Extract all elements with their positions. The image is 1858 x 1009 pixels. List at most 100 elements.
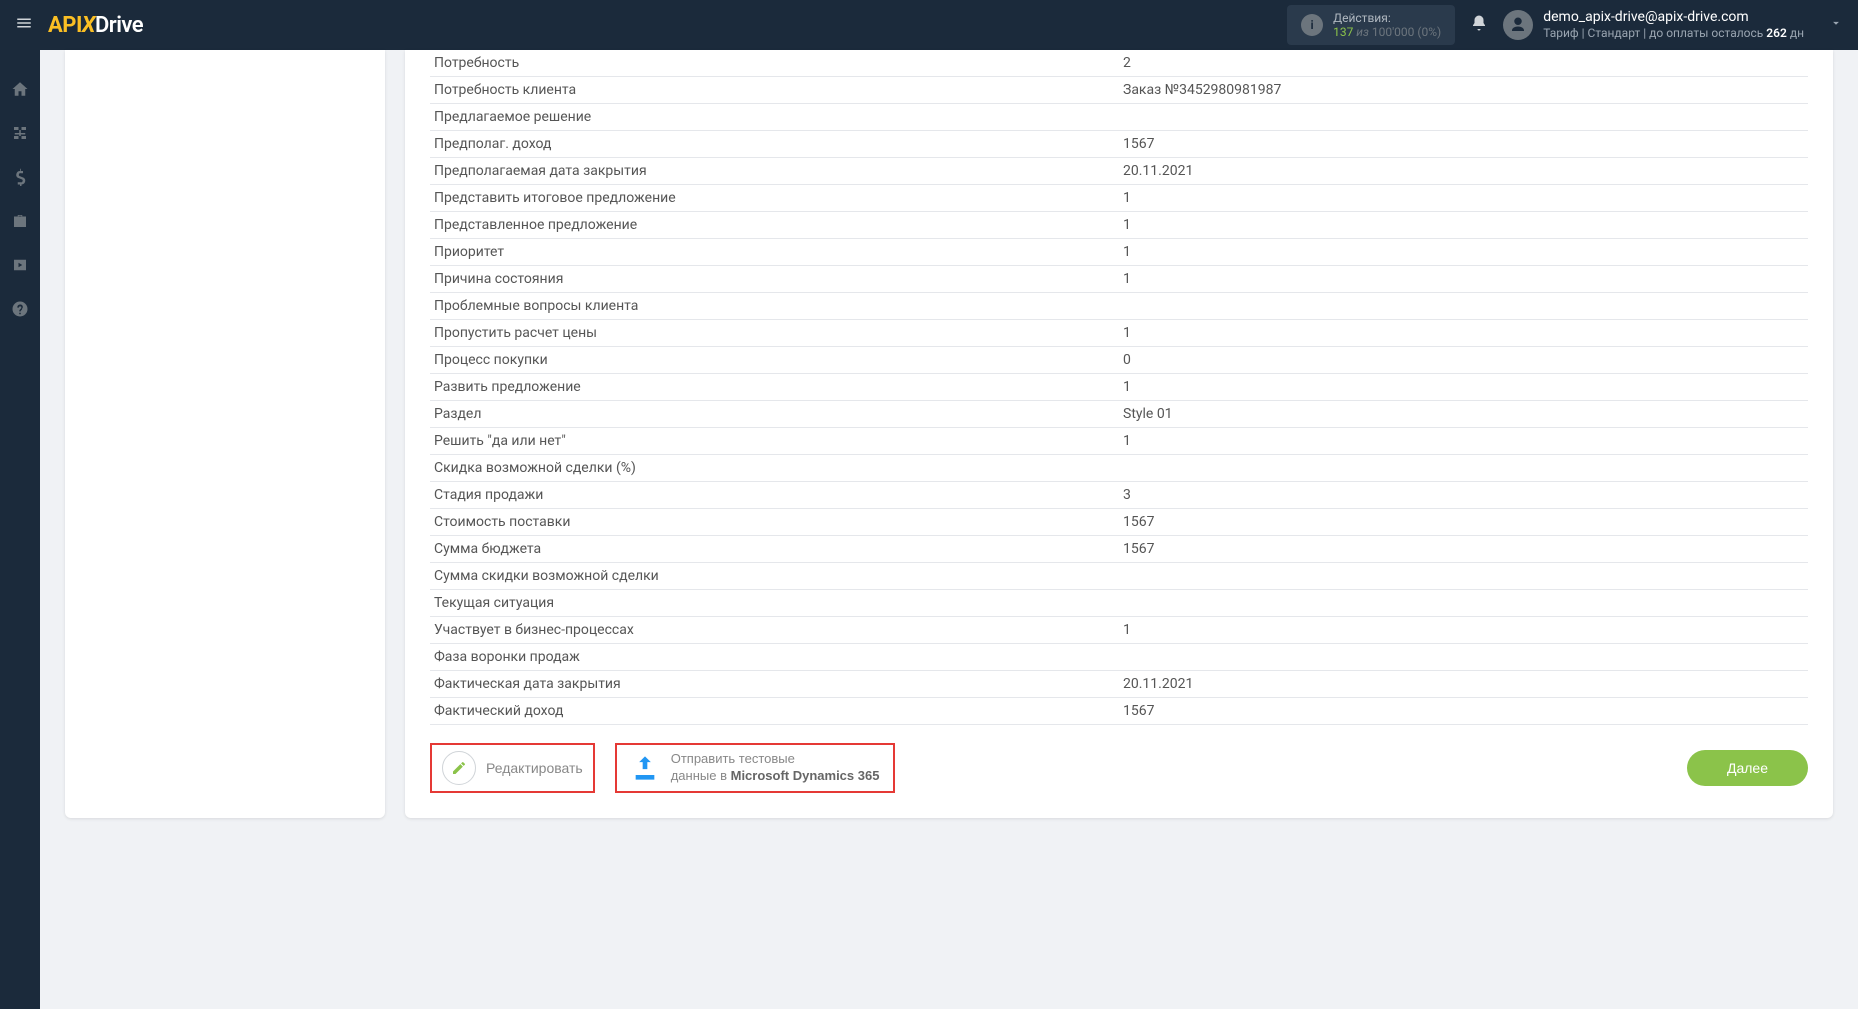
field-label: Приоритет [430, 239, 1119, 266]
field-label: Причина состояния [430, 266, 1119, 293]
help-icon[interactable] [11, 300, 29, 322]
field-value: 1 [1119, 617, 1808, 644]
table-row: Стоимость поставки1567 [430, 509, 1808, 536]
table-row: Пропустить расчет цены1 [430, 320, 1808, 347]
table-row: Фактическая дата закрытия20.11.2021 [430, 671, 1808, 698]
field-value [1119, 644, 1808, 671]
bell-icon[interactable] [1470, 14, 1488, 36]
table-row: Сумма скидки возможной сделки [430, 563, 1808, 590]
field-label: Предполаг. доход [430, 131, 1119, 158]
send-test-button[interactable]: Отправить тестовые данные в Microsoft Dy… [631, 751, 880, 785]
field-value: 1 [1119, 428, 1808, 455]
table-row: Фаза воронки продаж [430, 644, 1808, 671]
field-label: Предполагаемая дата закрытия [430, 158, 1119, 185]
field-label: Сумма скидки возможной сделки [430, 563, 1119, 590]
send-line2-pre: данные в [671, 768, 731, 783]
field-value: 1 [1119, 320, 1808, 347]
plan-days: 262 [1766, 26, 1787, 40]
table-row: Предполагаемая дата закрытия20.11.2021 [430, 158, 1808, 185]
app-logo[interactable]: APIXDrive [48, 13, 143, 38]
table-row: Приоритет1 [430, 239, 1808, 266]
field-value [1119, 590, 1808, 617]
field-value: 20.11.2021 [1119, 671, 1808, 698]
table-row: Стадия продажи3 [430, 482, 1808, 509]
field-value [1119, 563, 1808, 590]
field-value: Style 01 [1119, 401, 1808, 428]
video-icon[interactable] [11, 256, 29, 278]
field-label: Стадия продажи [430, 482, 1119, 509]
plan-prefix: Тариф | Стандарт | до оплаты осталось [1543, 26, 1766, 40]
dollar-icon[interactable] [11, 168, 29, 190]
logo-x: X [82, 13, 95, 38]
send-line2-bold: Microsoft Dynamics 365 [731, 768, 880, 783]
field-label: Сумма бюджета [430, 536, 1119, 563]
menu-toggle-icon[interactable] [15, 14, 33, 36]
table-row: Текущая ситуация [430, 590, 1808, 617]
table-row: Фактический доход1567 [430, 698, 1808, 725]
field-label: Развить предложение [430, 374, 1119, 401]
briefcase-icon[interactable] [11, 212, 29, 234]
field-value: 3 [1119, 482, 1808, 509]
next-button[interactable]: Далее [1687, 750, 1808, 786]
table-row: РазделStyle 01 [430, 401, 1808, 428]
field-value [1119, 104, 1808, 131]
field-label: Процесс покупки [430, 347, 1119, 374]
edit-label: Редактировать [486, 760, 583, 776]
table-row: Потребность2 [430, 50, 1808, 77]
bottom-actions: Редактировать Отправить тестовые данные … [430, 743, 1808, 793]
field-value: 1567 [1119, 509, 1808, 536]
upload-icon [631, 754, 659, 782]
sitemap-icon[interactable] [11, 124, 29, 146]
actions-pct: (0%) [1417, 25, 1441, 39]
field-value [1119, 293, 1808, 320]
actions-of: из [1353, 25, 1372, 39]
table-row: Предполаг. доход1567 [430, 131, 1808, 158]
table-row: Причина состояния1 [430, 266, 1808, 293]
actions-total: 100'000 [1372, 25, 1415, 39]
field-label: Стоимость поставки [430, 509, 1119, 536]
field-value: 1 [1119, 374, 1808, 401]
field-label: Фактический доход [430, 698, 1119, 725]
main-content: Потребность2Потребность клиентаЗаказ №34… [40, 50, 1858, 843]
table-row: Представить итоговое предложение1 [430, 185, 1808, 212]
field-value: 2 [1119, 50, 1808, 77]
field-label: Пропустить расчет цены [430, 320, 1119, 347]
data-table: Потребность2Потребность клиентаЗаказ №34… [430, 50, 1808, 725]
actions-label: Действия: [1333, 11, 1391, 25]
table-row: Скидка возможной сделки (%) [430, 455, 1808, 482]
edit-button-highlight: Редактировать [430, 743, 595, 793]
right-panel: Потребность2Потребность клиентаЗаказ №34… [405, 50, 1833, 818]
field-label: Потребность [430, 50, 1119, 77]
field-label: Потребность клиента [430, 77, 1119, 104]
field-label: Фактическая дата закрытия [430, 671, 1119, 698]
table-row: Предлагаемое решение [430, 104, 1808, 131]
send-line1: Отправить тестовые [671, 751, 795, 766]
field-value: 1567 [1119, 131, 1808, 158]
user-menu[interactable]: demo_apix-drive@apix-drive.com Тариф | С… [1503, 9, 1843, 40]
pencil-icon [442, 751, 476, 785]
field-value: 1 [1119, 239, 1808, 266]
table-row: Участвует в бизнес-процессах1 [430, 617, 1808, 644]
field-label: Скидка возможной сделки (%) [430, 455, 1119, 482]
field-label: Раздел [430, 401, 1119, 428]
table-row: Проблемные вопросы клиента [430, 293, 1808, 320]
actions-count: 137 [1333, 25, 1353, 39]
table-row: Потребность клиентаЗаказ №3452980981987 [430, 77, 1808, 104]
field-value: 20.11.2021 [1119, 158, 1808, 185]
table-row: Развить предложение1 [430, 374, 1808, 401]
chevron-down-icon[interactable] [1829, 16, 1843, 34]
user-avatar-icon [1503, 10, 1533, 40]
left-panel [65, 50, 385, 818]
edit-button[interactable]: Редактировать [442, 751, 583, 785]
field-value: 1 [1119, 266, 1808, 293]
table-row: Процесс покупки0 [430, 347, 1808, 374]
field-label: Предлагаемое решение [430, 104, 1119, 131]
field-label: Фаза воронки продаж [430, 644, 1119, 671]
actions-quota-panel[interactable]: i Действия: 137 из 100'000 (0%) [1287, 5, 1455, 46]
logo-drive: Drive [95, 13, 143, 38]
home-icon[interactable] [11, 80, 29, 102]
field-value [1119, 455, 1808, 482]
table-row: Представленное предложение1 [430, 212, 1808, 239]
field-label: Проблемные вопросы клиента [430, 293, 1119, 320]
field-label: Представленное предложение [430, 212, 1119, 239]
